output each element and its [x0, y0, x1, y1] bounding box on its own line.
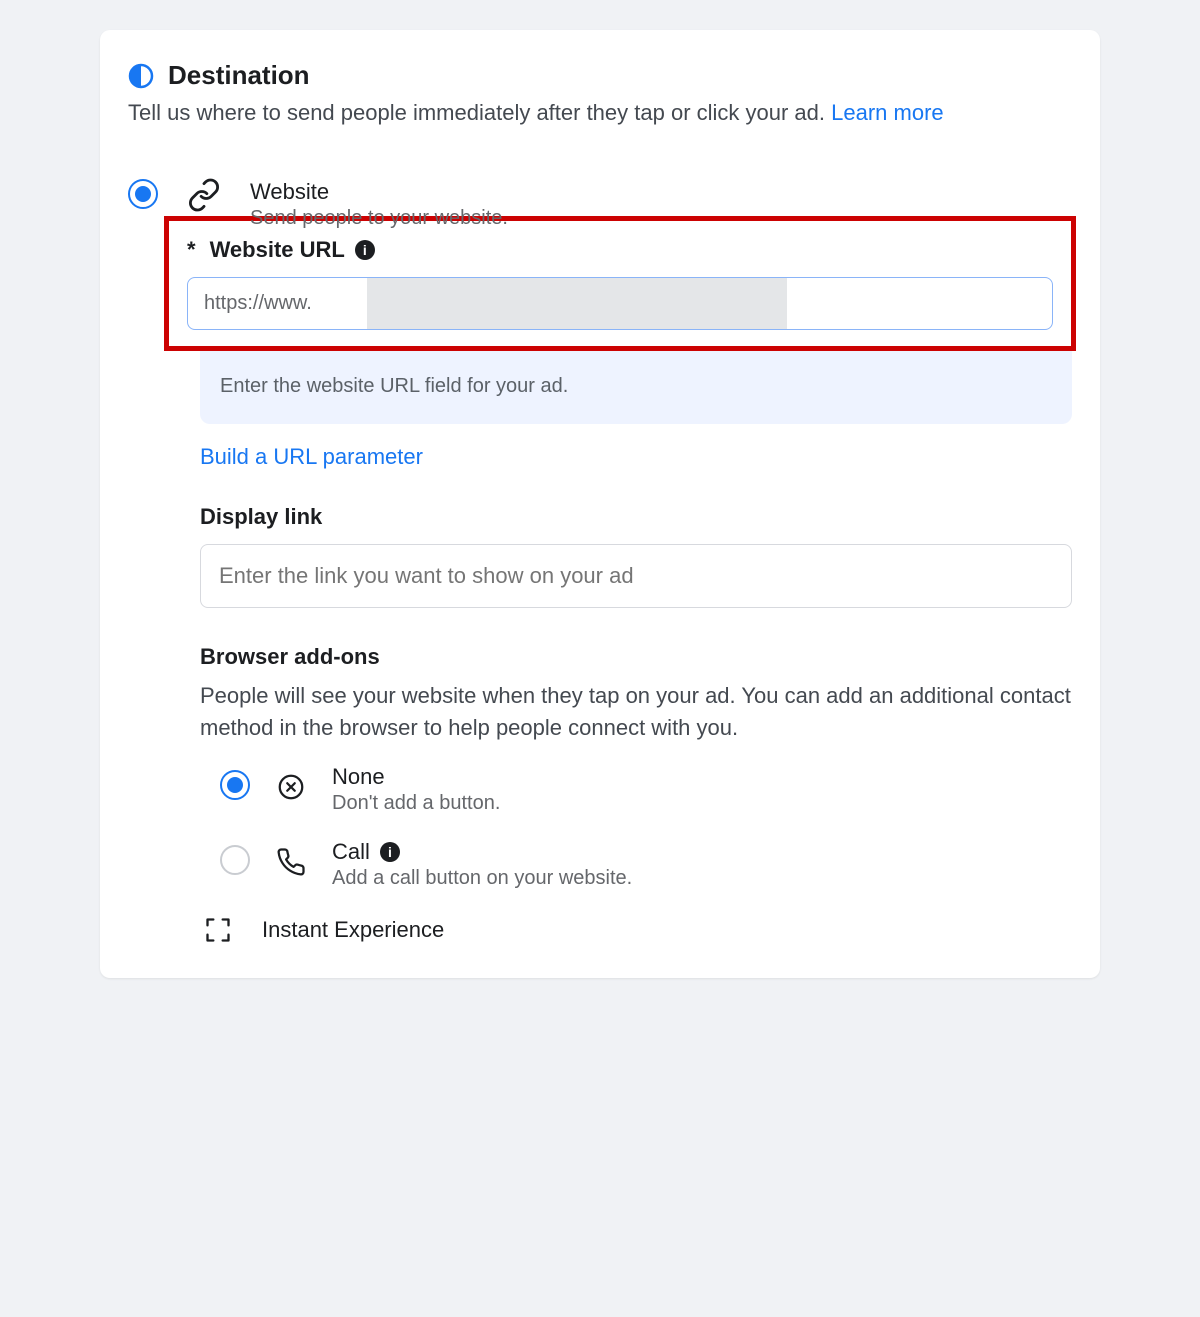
addon-option-call[interactable]: Call i Add a call button on your website…: [220, 839, 1072, 890]
instant-experience-label: Instant Experience: [262, 917, 444, 943]
half-circle-icon: [128, 63, 154, 89]
destination-option-website[interactable]: Website Send people to your website.: [128, 179, 1072, 230]
addon-none-label: None: [332, 764, 500, 790]
section-description-text: Tell us where to send people immediately…: [128, 100, 831, 125]
website-option-desc: Send people to your website.: [250, 207, 1072, 230]
fullscreen-icon: [200, 912, 236, 948]
x-circle-icon: [274, 770, 308, 804]
website-url-label: * Website URL i: [187, 237, 1053, 263]
destination-card: Destination Tell us where to send people…: [100, 30, 1100, 978]
section-header: Destination: [128, 60, 1072, 91]
addon-none-desc: Don't add a button.: [332, 792, 500, 815]
learn-more-link[interactable]: Learn more: [831, 100, 944, 125]
info-icon[interactable]: i: [355, 240, 375, 260]
radio-addon-call[interactable]: [220, 845, 250, 875]
website-option-label: Website: [250, 179, 1072, 205]
redacted-overlay: [367, 278, 787, 329]
info-icon[interactable]: i: [380, 842, 400, 862]
browser-addons-desc: People will see your website when they t…: [200, 680, 1072, 744]
build-url-parameter-link[interactable]: Build a URL parameter: [200, 444, 423, 469]
addon-option-none[interactable]: None Don't add a button.: [220, 764, 1072, 815]
browser-addons-heading: Browser add-ons: [200, 644, 1072, 670]
phone-icon: [274, 845, 308, 879]
link-icon: [186, 177, 222, 213]
addon-call-desc: Add a call button on your website.: [332, 867, 632, 890]
radio-addon-none[interactable]: [220, 770, 250, 800]
addon-call-label: Call: [332, 839, 370, 865]
website-url-highlight: * Website URL i: [164, 216, 1076, 351]
section-title: Destination: [168, 60, 310, 91]
website-url-helper: Enter the website URL field for your ad.: [200, 351, 1072, 424]
destination-option-instant[interactable]: Instant Experience: [200, 914, 1072, 948]
website-url-label-text: Website URL: [210, 237, 345, 263]
radio-website[interactable]: [128, 179, 158, 209]
display-link-label: Display link: [200, 504, 1072, 530]
section-description: Tell us where to send people immediately…: [128, 97, 1072, 129]
display-link-input[interactable]: [200, 544, 1072, 608]
